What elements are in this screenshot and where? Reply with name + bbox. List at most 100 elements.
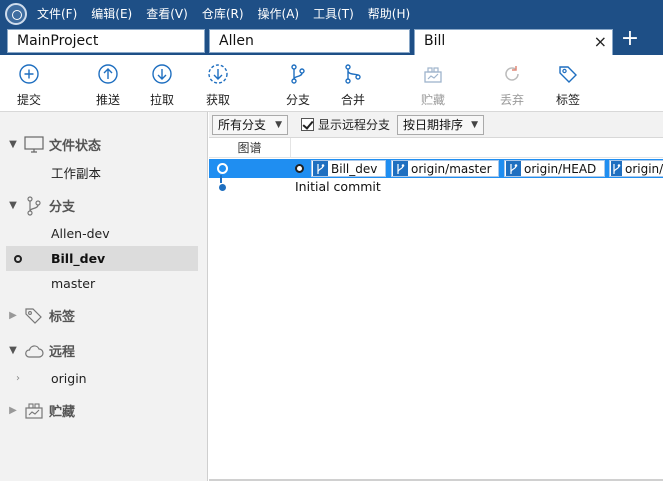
menu-help[interactable]: 帮助(H) (368, 5, 410, 22)
add-tab-button[interactable]: + (619, 28, 641, 52)
push-label: 推送 (95, 93, 120, 107)
branch-button[interactable]: 分支 (273, 63, 323, 108)
sidebar-item-label: Bill_dev (51, 251, 106, 266)
merge-icon (345, 64, 361, 84)
sidebar-item-remote[interactable]: › origin (6, 366, 198, 391)
monitor-icon (24, 135, 44, 155)
commit-row-selected[interactable]: Bill_dev origin/master origin/HEAD origi… (209, 159, 663, 178)
merge-label: 合并 (340, 93, 365, 107)
tab-allen[interactable]: Allen (209, 29, 410, 53)
discard-label: 丢弃 (499, 93, 524, 107)
sidebar-item-working-copy[interactable]: 工作副本 (6, 160, 198, 185)
chevron-down-icon: ▼ (471, 120, 478, 130)
remote-ref-tag: origin/Allen-dev (609, 160, 663, 177)
commit-graph-edge (220, 175, 222, 183)
chevron-down-icon[interactable]: ▼ (6, 139, 20, 150)
chevron-down-icon: ▼ (275, 120, 282, 130)
sidebar-remotes-label: 远程 (49, 345, 76, 360)
branch-filter-dropdown[interactable]: 所有分支 ▼ (212, 115, 288, 135)
remote-ref-label: origin/master (411, 161, 492, 176)
sidebar-item-branch[interactable]: master (6, 271, 198, 296)
chevron-down-icon[interactable]: ▼ (6, 345, 20, 356)
tab-label: MainProject (17, 33, 99, 49)
sidebar-item-label: master (51, 276, 96, 291)
menu-edit[interactable]: 编辑(E) (91, 5, 132, 22)
plus-circle-icon (19, 64, 39, 84)
tab-label: Allen (219, 33, 254, 49)
branch-filter-value: 所有分支 (218, 118, 267, 132)
tag-label: 标签 (555, 93, 580, 107)
head-marker-icon (295, 164, 304, 173)
sidebar-section-file-status[interactable]: ▼ 文件状态 (6, 132, 198, 157)
sidebar-item-branch[interactable]: Allen-dev (6, 221, 198, 246)
tab-bill[interactable]: Bill × (414, 29, 613, 55)
stash-label: 贮藏 (420, 93, 445, 107)
sidebar-item-label: origin (51, 371, 87, 386)
remote-ref-label: origin/Allen-dev (625, 161, 663, 176)
branch-icon (506, 161, 521, 176)
show-remote-branches-label: 显示远程分支 (318, 118, 391, 132)
pull-button[interactable]: 拉取 (137, 63, 187, 108)
sidebar-item-label: 工作副本 (51, 166, 102, 181)
menu-repository[interactable]: 仓库(R) (202, 5, 244, 22)
tag-button[interactable]: 标签 (543, 63, 593, 108)
repo-tabs-bar: MainProject Allen Bill × + (0, 27, 663, 55)
discard-button[interactable]: 丢弃 (487, 63, 537, 108)
checkbox-checked-icon[interactable] (301, 118, 314, 131)
sidebar-section-tags[interactable]: ▶ 标签 (6, 303, 198, 328)
branch-icon (24, 195, 44, 216)
commit-row[interactable]: Initial commit (209, 178, 663, 197)
chevron-right-icon[interactable]: ▶ (6, 405, 20, 416)
remote-ref-label: origin/HEAD (524, 161, 597, 176)
arrow-down-circle-icon (152, 64, 172, 84)
merge-button[interactable]: 合并 (328, 63, 378, 108)
menu-view[interactable]: 查看(V) (146, 5, 188, 22)
branch-icon (291, 64, 305, 84)
stash-icon (24, 401, 44, 421)
sidebar-section-branches[interactable]: ▼ 分支 (6, 193, 198, 218)
menu-actions[interactable]: 操作(A) (258, 5, 300, 22)
sidebar-stashes-label: 贮藏 (49, 405, 76, 420)
sort-order-value: 按日期排序 (403, 118, 464, 132)
toolbar: 提交 推送 拉取 获取 分支 合并 贮藏 丢弃 标签 (0, 55, 663, 112)
history-filter-bar: 所有分支 ▼ 显示远程分支 按日期排序 ▼ (209, 112, 663, 138)
sidebar-item-label: Allen-dev (51, 226, 110, 241)
sidebar-item-branch-current[interactable]: Bill_dev (6, 246, 198, 271)
commit-graph-node-icon (217, 163, 228, 174)
menu-tools[interactable]: 工具(T) (313, 5, 354, 22)
cloud-icon (24, 341, 44, 361)
tag-icon (559, 66, 577, 83)
chevron-down-icon[interactable]: ▼ (6, 200, 20, 211)
chevron-right-icon[interactable]: ▶ (6, 310, 20, 321)
commit-button[interactable]: 提交 (4, 63, 54, 108)
discard-icon (505, 66, 519, 81)
branch-icon (393, 161, 408, 176)
menu-bar: 文件(F) 编辑(E) 查看(V) 仓库(R) 操作(A) 工具(T) 帮助(H… (0, 0, 663, 27)
sort-order-dropdown[interactable]: 按日期排序 ▼ (397, 115, 484, 135)
fetch-label: 获取 (205, 93, 230, 107)
history-column-header: 图谱 (209, 138, 663, 158)
sidebar-section-stashes[interactable]: ▶ 贮藏 (6, 398, 198, 423)
tab-label: Bill (424, 33, 446, 49)
commit-graph-node-icon (219, 184, 226, 191)
push-button[interactable]: 推送 (83, 63, 133, 108)
stash-button[interactable]: 贮藏 (408, 63, 458, 108)
menu-file[interactable]: 文件(F) (37, 5, 77, 22)
branch-label: 分支 (285, 93, 310, 107)
sidebar-tags-label: 标签 (49, 310, 76, 325)
pull-label: 拉取 (149, 93, 174, 107)
chevron-right-icon[interactable]: › (6, 373, 30, 384)
remote-ref-tag: origin/HEAD (504, 160, 605, 177)
arrow-up-circle-icon (98, 64, 118, 84)
app-logo-icon (5, 2, 27, 25)
sidebar: ▼ 文件状态 工作副本 ▼ 分支 Allen-dev Bill_dev mast… (0, 112, 208, 481)
graph-column-header[interactable]: 图谱 (209, 138, 291, 158)
sidebar-section-remotes[interactable]: ▼ 远程 (6, 338, 198, 363)
stash-icon (424, 67, 442, 83)
close-icon[interactable]: × (594, 31, 607, 53)
commit-label: 提交 (16, 93, 41, 107)
tag-icon (24, 306, 44, 326)
fetch-button[interactable]: 获取 (193, 63, 243, 108)
tab-mainproject[interactable]: MainProject (7, 29, 205, 53)
show-remote-branches-checkbox[interactable]: 显示远程分支 (301, 116, 390, 133)
